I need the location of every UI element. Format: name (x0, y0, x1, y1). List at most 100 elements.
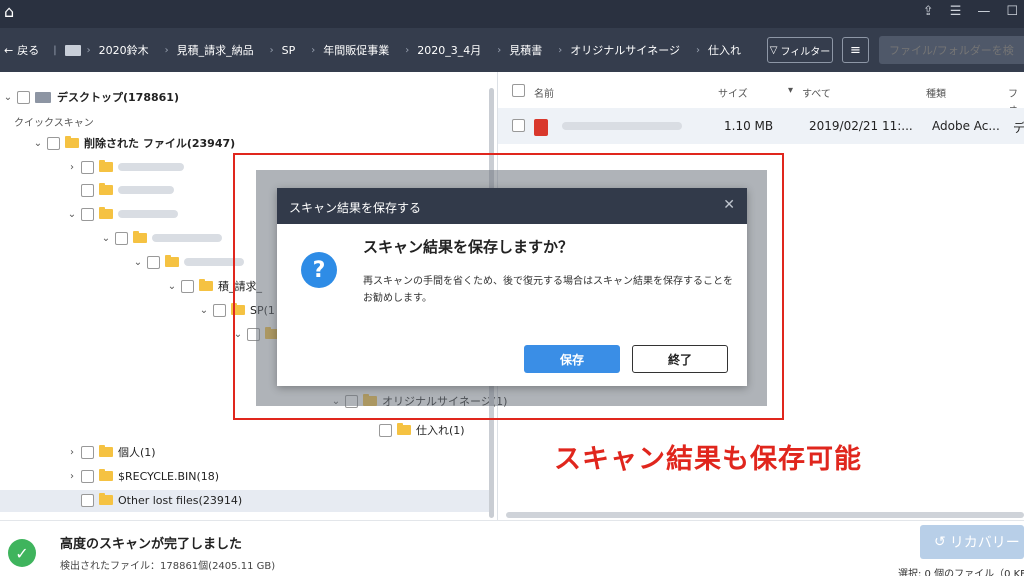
breadcrumb-item[interactable]: › SP (262, 44, 304, 57)
folder-icon (99, 160, 113, 172)
breadcrumb-item[interactable]: › 見積_請求_納品 (157, 42, 262, 58)
breadcrumb-label: 2020鈴木 (98, 44, 149, 57)
tree-label: デスクトップ(178861) (57, 91, 179, 104)
column-type[interactable]: 種類 (926, 85, 946, 100)
checkbox[interactable] (17, 90, 30, 104)
blurred-label (152, 234, 222, 242)
filter-label: フィルター (780, 46, 831, 58)
column-name[interactable]: 名前 (534, 85, 554, 100)
chevron-right-icon[interactable]: › (66, 162, 78, 173)
list-icon: ≡ (850, 42, 861, 58)
breadcrumb-item[interactable]: › 年間販促事業 (303, 42, 397, 58)
tree-row-lost[interactable]: Other lost files(23914) (66, 489, 242, 511)
list-view-button[interactable]: ≡ (842, 37, 869, 63)
tree-row[interactable]: ⌄ (132, 251, 244, 273)
file-type: Adobe Ac... (932, 119, 1000, 133)
tree-row[interactable]: ⌄ (100, 227, 222, 249)
chevron-right-icon[interactable]: › (66, 471, 78, 482)
file-size: 1.10 MB (724, 119, 774, 133)
monitor-icon (35, 91, 51, 103)
share-icon[interactable]: ⇪ (923, 4, 934, 19)
tree-row-purchase[interactable]: 仕入れ(1) (364, 419, 465, 441)
separator-icon: | (53, 44, 57, 56)
tree-row[interactable]: ⌄ (66, 203, 178, 225)
minimize-icon[interactable]: — (977, 4, 990, 19)
checkbox[interactable] (81, 469, 94, 483)
tree-row-deleted[interactable]: ⌄ 削除された ファイル(23947) (32, 132, 235, 154)
chevron-down-icon[interactable]: ⌄ (32, 138, 44, 149)
chevron-down-icon[interactable]: ⌄ (2, 92, 14, 103)
home-icon[interactable]: ⌂ (4, 2, 14, 21)
column-date[interactable]: すべて (802, 85, 831, 100)
breadcrumb-label: 年間販促事業 (323, 44, 390, 57)
filter-button[interactable]: ▽ フィルター (767, 37, 833, 63)
breadcrumb-item[interactable]: › オリジナルサイネージ (550, 42, 688, 58)
checkbox[interactable] (213, 303, 226, 317)
tree-label: 仕入れ(1) (416, 424, 465, 437)
checkbox[interactable] (147, 255, 160, 269)
selection-count: 選択: 0 個のファイル（0 KE (898, 569, 1024, 576)
blurred-label (118, 210, 178, 218)
tree-row-desktop[interactable]: ⌄ デスクトップ(178861) (2, 86, 179, 108)
chevron-down-icon[interactable]: ⌄ (132, 257, 144, 268)
menu-icon[interactable]: ☰ (950, 4, 962, 19)
checkbox[interactable] (512, 119, 525, 132)
folder-icon (199, 279, 213, 291)
back-button[interactable]: ← 戻る (0, 42, 45, 58)
folder-icon (65, 136, 79, 148)
breadcrumb: ← 戻る | › 2020鈴木 › 見積_請求_納品 › SP › 年間販促事業 › 2… (0, 28, 749, 72)
highlight-frame (233, 153, 784, 420)
checkbox[interactable] (81, 445, 94, 459)
checkbox[interactable] (81, 183, 94, 197)
maximize-icon[interactable]: ☐ (1006, 4, 1018, 19)
blurred-filename (562, 122, 682, 130)
file-path: デ (1013, 121, 1024, 135)
checkbox[interactable] (81, 207, 94, 221)
arrow-left-icon: ← (4, 43, 14, 57)
chevron-right-icon: › (405, 44, 410, 56)
tree-row-recycle[interactable]: › $RECYCLE.BIN(18) (66, 465, 219, 487)
check-icon: ✓ (8, 539, 36, 567)
chevron-down-icon[interactable]: ⌄ (198, 305, 210, 316)
search-input[interactable] (879, 36, 1024, 64)
recover-button[interactable]: ↺ リカバリー (920, 525, 1024, 559)
select-all-checkbox[interactable] (512, 84, 525, 97)
checkbox[interactable] (115, 231, 128, 245)
breadcrumb-item[interactable]: › 2020_3_4月 (397, 42, 489, 58)
title-bar: ⌂ ⇪ ☰ — ☐ (0, 0, 1024, 28)
breadcrumb-item[interactable]: › 仕入れ (688, 42, 749, 58)
chevron-right-icon: › (86, 44, 91, 56)
chevron-right-icon: › (696, 44, 700, 56)
chevron-right-icon[interactable]: › (66, 447, 78, 458)
filter-icon: ▽ (769, 44, 778, 56)
folder-icon (165, 255, 179, 267)
tree-row-personal[interactable]: › 個人(1) (66, 441, 156, 463)
breadcrumb-item[interactable]: › 見積書 (489, 42, 550, 58)
pdf-icon (534, 119, 548, 136)
folder-icon (99, 445, 113, 457)
checkbox[interactable] (81, 160, 94, 174)
checkbox[interactable] (379, 423, 392, 437)
tree-label: 削除された ファイル(23947) (84, 137, 236, 150)
folder-icon (133, 231, 147, 243)
breadcrumb-label: 2020_3_4月 (417, 44, 482, 57)
checkbox[interactable] (181, 279, 194, 293)
chevron-right-icon: › (497, 44, 502, 56)
monitor-icon (64, 44, 81, 56)
file-row[interactable]: 1.10 MB 2019/02/21 11:... Adobe Ac... デ (498, 108, 1024, 144)
tree-row[interactable] (66, 179, 174, 201)
back-label: 戻る (17, 44, 40, 57)
breadcrumb-item[interactable]: | › 2020鈴木 (45, 42, 156, 58)
folder-icon (99, 183, 113, 195)
folder-icon (99, 493, 113, 505)
checkbox[interactable] (81, 493, 94, 507)
checkbox[interactable] (47, 136, 60, 150)
folder-icon (99, 469, 113, 481)
list-scrollbar[interactable] (506, 512, 1024, 518)
sort-desc-icon: ▾ (788, 85, 794, 96)
chevron-down-icon[interactable]: ⌄ (100, 233, 112, 244)
chevron-down-icon[interactable]: ⌄ (66, 209, 78, 220)
tree-row[interactable]: › (66, 156, 184, 178)
chevron-down-icon[interactable]: ⌄ (166, 281, 178, 292)
column-size[interactable]: サイズ (718, 85, 748, 100)
